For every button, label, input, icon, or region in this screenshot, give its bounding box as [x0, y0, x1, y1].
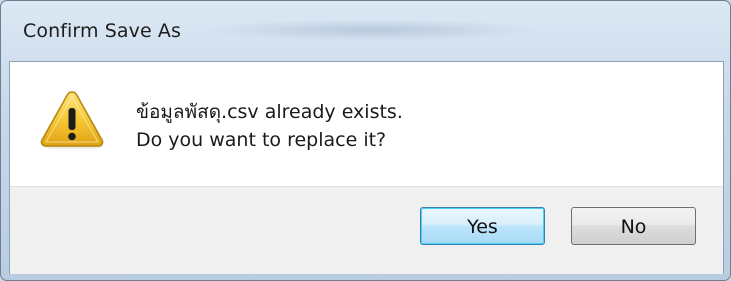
- button-bar: Yes No: [10, 186, 723, 274]
- message-line-file-exists: ข้อมูลพัสดุ.csv already exists.: [136, 101, 403, 123]
- warning-icon: [37, 88, 107, 152]
- title-bar[interactable]: Confirm Save As: [1, 1, 730, 61]
- dialog-client-area: ข้อมูลพัสดุ.csv already exists. Do you w…: [9, 61, 724, 274]
- message-text: ข้อมูลพัสดุ.csv already exists. Do you w…: [136, 98, 403, 154]
- message-line-replace-question: Do you want to replace it?: [136, 129, 387, 151]
- yes-button[interactable]: Yes: [420, 207, 545, 245]
- title-bar-glass-reflection: [201, 19, 541, 41]
- confirm-save-as-dialog: Confirm Save As ข้อมูลพัสดุ.csv already …: [0, 0, 731, 281]
- no-button[interactable]: No: [571, 207, 696, 245]
- window-title: Confirm Save As: [23, 20, 181, 42]
- message-area: ข้อมูลพัสดุ.csv already exists. Do you w…: [10, 62, 723, 186]
